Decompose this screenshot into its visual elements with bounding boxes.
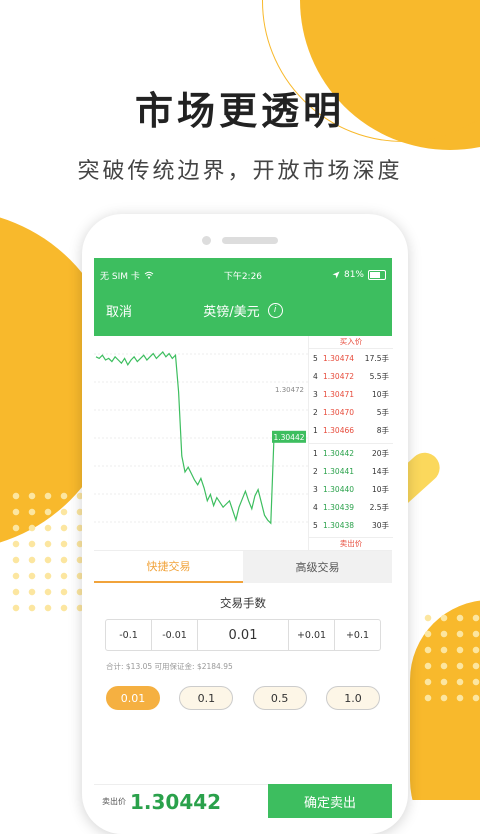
ask-qty: 5.5手 [369, 371, 389, 381]
price-tick-label: 1.30472 [275, 386, 304, 394]
nav-bar: 取消 英镑/美元 i [94, 288, 392, 332]
bid-row: 5 1.30438 30手 [309, 516, 393, 534]
ask-row: 1 1.30466 8手 [309, 421, 393, 439]
wifi-icon [144, 271, 154, 279]
ask-price: 1.30470 [323, 407, 355, 417]
ask-level: 3 [313, 389, 318, 399]
bid-price: 1.30438 [323, 520, 355, 530]
phone-frame: 无 SIM 卡 下午2:26 81% 取消 英镑/美元 i 1.30472 1.… [82, 214, 408, 834]
cancel-button[interactable]: 取消 [106, 301, 166, 320]
ask-row: 2 1.30470 5手 [309, 403, 393, 421]
quantity-stepper: -0.1 -0.01 0.01 +0.01 +0.1 [105, 619, 381, 651]
bid-level: 4 [313, 502, 318, 512]
app-screen: 无 SIM 卡 下午2:26 81% 取消 英镑/美元 i 1.30472 1.… [94, 258, 393, 818]
minus-0.1-button[interactable]: -0.1 [106, 620, 152, 650]
order-book: 买入价 5 1.30474 17.5手 4 1.30472 5.5手 3 1.30471 10手… [308, 336, 393, 550]
ask-level: 2 [313, 407, 318, 417]
headline: 市场更透明 突破传统边界，开放市场深度 [0, 80, 480, 185]
bid-row: 3 1.30440 10手 [309, 480, 393, 498]
plus-0.1-button[interactable]: +0.1 [335, 620, 380, 650]
top-bar: 无 SIM 卡 下午2:26 81% 取消 英镑/美元 i [94, 258, 392, 336]
carrier-text: 无 SIM 卡 [100, 271, 140, 282]
ask-price: 1.30474 [323, 353, 355, 363]
trade-tabs: 快捷交易 高级交易 [94, 551, 392, 583]
location-arrow-icon [332, 271, 340, 279]
bottom-bar: 卖出价 1.30442 确定卖出 [94, 784, 392, 818]
ask-price: 1.30472 [323, 371, 355, 381]
bid-level: 5 [313, 520, 318, 530]
minus-0.01-button[interactable]: -0.01 [152, 620, 198, 650]
bid-row: 1 1.30442 20手 [309, 444, 393, 462]
price-chart: 1.304721.304441.30442 [94, 351, 308, 525]
bid-level: 2 [313, 466, 318, 476]
bid-qty: 20手 [371, 448, 389, 458]
quantity-title: 交易手数 [220, 596, 266, 610]
confirm-sell-button[interactable]: 确定卖出 [268, 784, 392, 818]
bid-qty: 10手 [371, 484, 389, 494]
battery-percent: 81% [343, 270, 364, 280]
bid-price: 1.30442 [323, 448, 355, 458]
bid-qty: 30手 [371, 520, 389, 530]
preset-chip[interactable]: 0.5 [252, 686, 307, 710]
status-bar: 无 SIM 卡 下午2:26 81% [94, 258, 392, 288]
headline-title: 市场更透明 [134, 88, 345, 133]
buy-price-header: 买入价 [309, 336, 393, 349]
sell-price-label: 卖出价 [102, 797, 126, 806]
decor-dots-left [8, 488, 88, 618]
headline-subtitle: 突破传统边界，开放市场深度 [77, 159, 403, 184]
ask-list: 5 1.30474 17.5手 4 1.30472 5.5手 3 1.30471 10手 2 1.3… [309, 349, 393, 439]
ask-level: 1 [313, 425, 318, 435]
bid-price: 1.30440 [323, 484, 355, 494]
symbol-title: 英镑/美元 [203, 304, 260, 320]
ask-row: 3 1.30471 10手 [309, 385, 393, 403]
bid-row: 4 1.30439 2.5手 [309, 498, 393, 516]
bid-level: 3 [313, 484, 318, 494]
market-panel: 1.304721.304441.30442 买入价 5 1.30474 17.5手 4… [94, 336, 393, 551]
preset-chip[interactable]: 0.1 [179, 686, 234, 710]
bid-list: 1 1.30442 20手 2 1.30441 14手 3 1.30440 10手 4 1.3043… [309, 444, 393, 534]
bid-qty: 2.5手 [369, 502, 389, 512]
ask-price: 1.30466 [323, 425, 355, 435]
plus-0.01-button[interactable]: +0.01 [289, 620, 335, 650]
preset-chip[interactable]: 1.0 [325, 686, 380, 710]
tab-quick-trade[interactable]: 快捷交易 [94, 551, 243, 583]
speaker-grille [222, 237, 278, 244]
bid-price: 1.30441 [323, 466, 355, 476]
ask-price: 1.30471 [323, 389, 355, 399]
ask-qty: 10手 [371, 389, 389, 399]
status-time: 下午2:26 [223, 271, 263, 282]
ask-qty: 17.5手 [364, 353, 389, 363]
bid-level: 1 [313, 448, 318, 458]
ask-row: 4 1.30472 5.5手 [309, 367, 393, 385]
quantity-input[interactable]: 0.01 [198, 620, 289, 650]
decor-dots-right [420, 610, 480, 710]
ask-level: 5 [313, 353, 318, 363]
bid-price: 1.30439 [323, 502, 355, 512]
ask-qty: 8手 [376, 425, 389, 435]
ask-level: 4 [313, 371, 318, 381]
ask-row: 5 1.30474 17.5手 [309, 349, 393, 367]
margin-hint: 合计: $13.05 可用保证金: $2184.95 [106, 662, 233, 671]
tab-advanced-trade[interactable]: 高级交易 [243, 551, 392, 583]
sell-price-value: 1.30442 [130, 789, 222, 814]
camera-icon [202, 236, 211, 245]
preset-chips: 0.01 0.1 0.5 1.0 [94, 686, 392, 710]
last-price-label: 1.30442 [273, 433, 304, 442]
battery-icon [368, 270, 386, 280]
bid-qty: 14手 [371, 466, 389, 476]
preset-chip[interactable]: 0.01 [106, 686, 160, 710]
sell-price-footer: 卖出价 [309, 537, 393, 550]
bid-row: 2 1.30441 14手 [309, 462, 393, 480]
ask-qty: 5手 [376, 407, 389, 417]
info-icon[interactable]: i [267, 302, 283, 318]
